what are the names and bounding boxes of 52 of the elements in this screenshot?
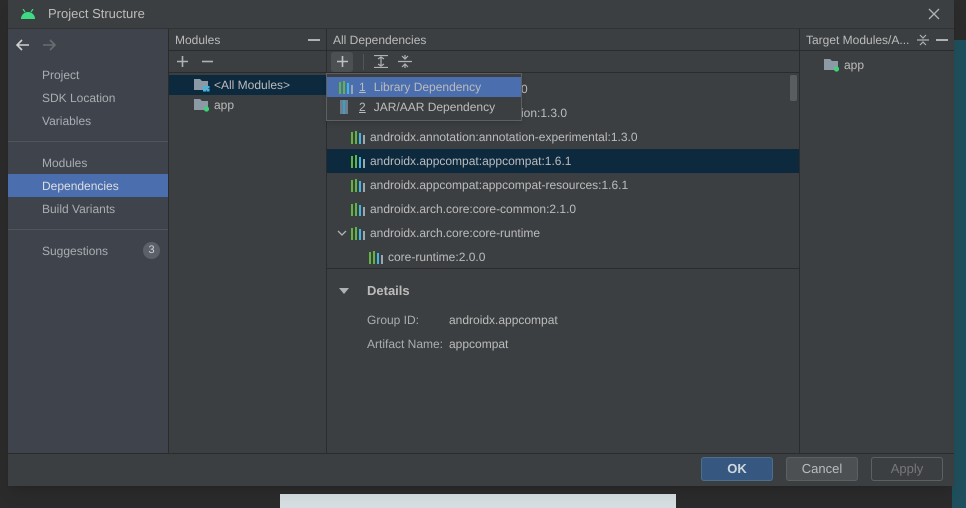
menu-item[interactable]: 2 JAR/AAR Dependency [327,97,521,117]
library-icon [369,250,384,264]
dependency-row[interactable]: androidx.annotation:annotation-experimental:1.3.0 [327,125,799,149]
add-icon[interactable] [177,56,188,67]
expand-all-icon[interactable] [374,55,388,68]
field-value: appcompat [449,336,508,352]
library-icon [351,202,366,216]
module-group-icon [194,78,210,92]
panel-title: Target Modules/A... [806,32,910,48]
add-icon [336,56,348,67]
sidebar-item[interactable]: Variables [8,109,168,132]
dependency-row[interactable]: androidx.appcompat:appcompat:1.6.1 [327,149,799,173]
field-label: Group ID: [367,312,420,328]
collapse-all-icon[interactable] [916,34,929,46]
window-title: Project Structure [48,5,145,24]
sidebar-item[interactable]: SDK Location [8,86,168,109]
jar-icon [339,100,349,114]
android-icon [20,9,36,19]
sidebar-item[interactable]: Modules [8,151,168,174]
sidebar-item[interactable]: Project [8,63,168,86]
section-title: Details [367,282,410,300]
dependency-row[interactable]: androidx.appcompat:appcompat-resources:1.6.1 [327,173,799,197]
add-dependency-button[interactable] [331,52,353,72]
module-folder-icon [824,58,840,72]
dependency-row[interactable]: androidx.arch.core:core-runtime [327,221,799,245]
field-label: Artifact Name: [367,336,444,352]
library-icon [339,80,354,94]
library-icon [351,154,366,168]
dialog-button[interactable]: Cancel [786,457,858,481]
module-item[interactable]: <All Modules> [169,75,326,95]
back-arrow-icon[interactable] [16,39,30,51]
library-icon [351,226,366,240]
field-value: androidx.appcompat [449,312,558,328]
count-badge: 3 [143,242,160,259]
library-icon [351,178,366,192]
scrollbar-thumb[interactable] [790,75,797,101]
library-icon [351,130,366,144]
module-folder-icon [194,98,210,112]
chevron-down-icon[interactable] [337,230,347,236]
triangle-down-icon[interactable] [339,288,349,294]
target-module-item[interactable]: app [800,55,954,75]
sidebar-item[interactable]: Dependencies [8,174,168,197]
panel-title: All Dependencies [333,32,426,48]
dependency-row[interactable]: core-runtime:2.0.0 [327,245,799,269]
collapse-all-icon[interactable] [398,55,412,68]
dialog-button[interactable]: OK [701,457,773,481]
dependency-row[interactable]: androidx.arch.core:core-common:2.1.0 [327,197,799,221]
close-icon[interactable] [928,8,940,20]
panel-title: Modules [175,32,220,48]
module-item[interactable]: app [169,95,326,115]
sidebar-item[interactable]: Build Variants [8,197,168,220]
sidebar-item[interactable]: Suggestions 3 [8,239,168,262]
